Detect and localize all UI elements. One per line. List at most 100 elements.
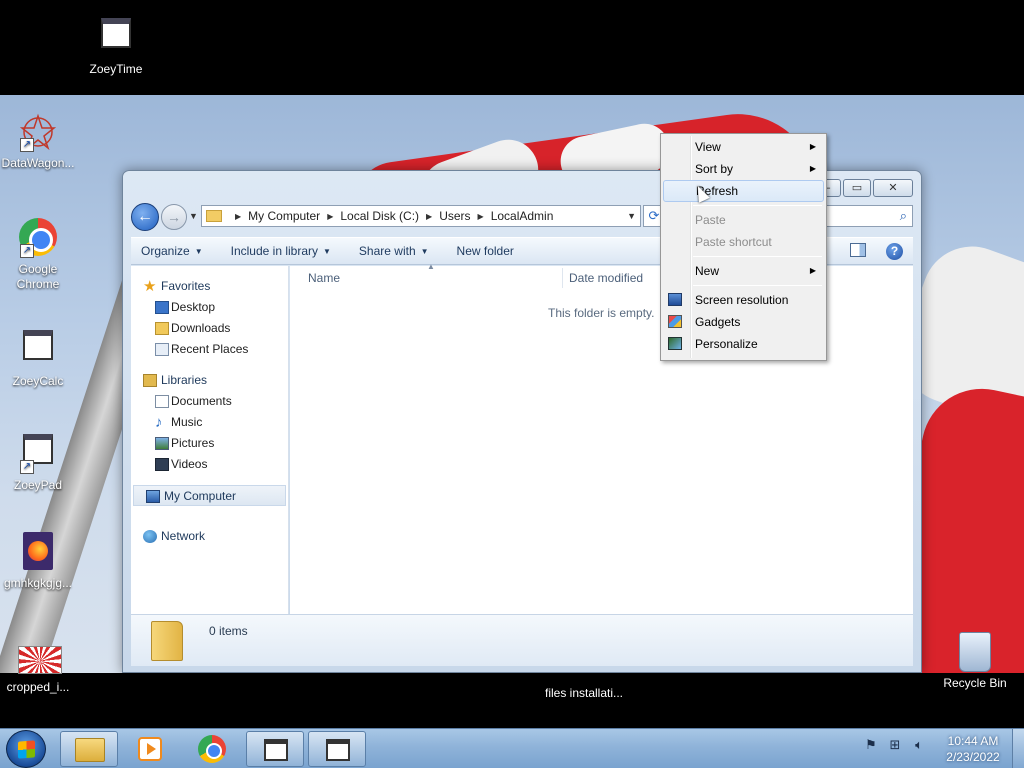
organize-button[interactable]: Organize ▼ — [141, 244, 203, 258]
recent-places-icon — [155, 343, 169, 356]
volume-icon[interactable]: 🔈︎ — [910, 737, 928, 753]
nav-label: Network — [161, 529, 206, 543]
desktop-icon-label: ZoeyCalc — [12, 374, 64, 388]
desktop-icon-gmhkgkgjg[interactable]: gmhkgkgjg... — [0, 532, 80, 591]
forward-button[interactable]: → — [161, 204, 187, 230]
breadcrumb: ▶ My Computer ▶ Local Disk (C:) ▶ Users … — [228, 209, 553, 223]
address-dropdown-icon[interactable]: ▼ — [627, 211, 636, 221]
menu-item-paste-shortcut[interactable]: Paste shortcut — [663, 231, 824, 253]
share-with-button[interactable]: Share with ▼ — [359, 244, 429, 258]
documents-icon — [155, 395, 169, 408]
window-controls: – ▭ ✕ — [813, 179, 913, 197]
breadcrumb-users[interactable]: Users — [439, 209, 470, 223]
desktop-icon-datawagon[interactable]: ↗ DataWagon... — [0, 112, 80, 171]
show-desktop-button[interactable] — [1012, 729, 1024, 768]
nav-music[interactable]: ♪ Music — [131, 412, 288, 433]
breadcrumb-localadmin[interactable]: LocalAdmin — [491, 209, 554, 223]
nav-label: Documents — [171, 394, 232, 408]
maximize-button[interactable]: ▭ — [843, 179, 871, 197]
menu-item-screen-resolution[interactable]: Screen resolution — [663, 289, 824, 311]
help-icon[interactable]: ? — [886, 243, 903, 260]
desktop-icon-label: ZoeyPad — [13, 478, 63, 492]
datawagon-icon: ↗ — [18, 112, 58, 152]
taskbar-media-player[interactable] — [120, 731, 178, 767]
nav-desktop[interactable]: Desktop — [131, 297, 288, 318]
address-bar[interactable]: ▶ My Computer ▶ Local Disk (C:) ▶ Users … — [201, 205, 641, 227]
menu-label: Paste shortcut — [695, 235, 772, 249]
share-with-label: Share with — [358, 244, 416, 258]
breadcrumb-chevron-icon[interactable]: ▶ — [235, 212, 241, 221]
new-folder-button[interactable]: New folder — [457, 244, 514, 258]
taskbar-app-window-2[interactable] — [308, 731, 366, 767]
chevron-down-icon: ▼ — [323, 246, 331, 256]
breadcrumb-chevron-icon[interactable]: ▶ — [426, 212, 432, 221]
new-folder-label: New folder — [456, 244, 514, 258]
submenu-arrow-icon: ▶ — [809, 266, 816, 275]
network-tray-icon[interactable]: ⊞ — [886, 737, 904, 753]
breadcrumb-my-computer[interactable]: My Computer — [248, 209, 320, 223]
notification-area: ⚑ ⊞ 🔈︎ — [862, 737, 928, 753]
menu-item-paste[interactable]: Paste — [663, 209, 824, 231]
nav-my-computer[interactable]: My Computer — [133, 485, 286, 506]
include-in-library-button[interactable]: Include in library ▼ — [231, 244, 331, 258]
recent-pages-dropdown[interactable]: ▼ — [189, 211, 198, 221]
nav-label: Downloads — [171, 321, 231, 335]
libraries-icon — [143, 374, 157, 387]
close-button[interactable]: ✕ — [873, 179, 913, 197]
start-button[interactable] — [6, 730, 46, 768]
action-center-flag-icon[interactable]: ⚑ — [862, 737, 880, 753]
breadcrumb-local-disk[interactable]: Local Disk (C:) — [340, 209, 419, 223]
computer-icon — [146, 490, 160, 503]
menu-item-view[interactable]: View ▶ — [663, 136, 824, 158]
column-header-name[interactable]: Name — [308, 266, 340, 290]
menu-item-new[interactable]: New ▶ — [663, 260, 824, 282]
nav-libraries[interactable]: Libraries — [131, 370, 288, 391]
column-divider[interactable] — [562, 268, 563, 288]
taskbar-app-window-1[interactable] — [246, 731, 304, 767]
preview-pane-icon[interactable] — [850, 243, 866, 257]
desktop-icon-zoeytime[interactable]: ZoeyTime — [74, 14, 158, 77]
recycle-bin-icon — [955, 632, 995, 672]
nav-network[interactable]: Network — [131, 526, 288, 547]
folder-icon — [151, 621, 183, 661]
desktop-icon-recycle-bin[interactable]: Recycle Bin — [933, 632, 1017, 691]
menu-item-refresh[interactable]: Refresh — [663, 180, 824, 202]
shortcut-arrow-icon: ↗ — [20, 460, 34, 474]
desktop-icon-google-chrome[interactable]: ↗ Google Chrome — [0, 218, 80, 292]
nav-label: Pictures — [171, 436, 215, 450]
column-label: Date modified — [569, 271, 644, 285]
nav-downloads[interactable]: Downloads — [131, 318, 288, 339]
nav-videos[interactable]: Videos — [131, 454, 288, 475]
column-label: Name — [308, 271, 341, 285]
taskbar-windows-explorer[interactable] — [60, 731, 118, 767]
menu-item-sort-by[interactable]: Sort by ▶ — [663, 158, 824, 180]
nav-label: Music — [171, 415, 203, 429]
desktop-icon-zoeypad[interactable]: ↗ ZoeyPad — [0, 430, 80, 493]
nav-documents[interactable]: Documents — [131, 391, 288, 412]
nav-label: Videos — [171, 457, 208, 471]
nav-favorites[interactable]: ★ Favorites — [131, 276, 288, 297]
menu-label: Gadgets — [695, 315, 741, 329]
breadcrumb-chevron-icon[interactable]: ▶ — [478, 212, 484, 221]
screen-resolution-icon — [668, 293, 682, 306]
toolbar-right: ? — [850, 243, 903, 260]
videos-icon — [155, 458, 169, 471]
nav-label: Recent Places — [171, 342, 249, 356]
media-player-icon — [138, 737, 162, 761]
downloads-folder-icon — [155, 322, 169, 335]
breadcrumb-chevron-icon[interactable]: ▶ — [327, 212, 333, 221]
desktop-icon-cropped-image[interactable]: cropped_i... — [0, 646, 80, 695]
gadgets-icon — [668, 315, 682, 328]
clock[interactable]: 10:44 AM 2/23/2022 — [940, 733, 1006, 765]
menu-item-gadgets[interactable]: Gadgets — [663, 311, 824, 333]
app-window-icon — [326, 739, 350, 761]
desktop-icon-zoeycalc[interactable]: ZoeyCalc — [0, 326, 80, 389]
column-header-date-modified[interactable]: Date modified — [569, 266, 643, 290]
nav-pictures[interactable]: Pictures — [131, 433, 288, 454]
nav-recent-places[interactable]: Recent Places — [131, 339, 288, 360]
personalize-icon — [668, 337, 682, 350]
back-button[interactable]: ← — [131, 203, 159, 231]
menu-item-personalize[interactable]: Personalize — [663, 333, 824, 355]
menu-label: Sort by — [695, 162, 734, 176]
taskbar-google-chrome[interactable] — [183, 731, 241, 767]
